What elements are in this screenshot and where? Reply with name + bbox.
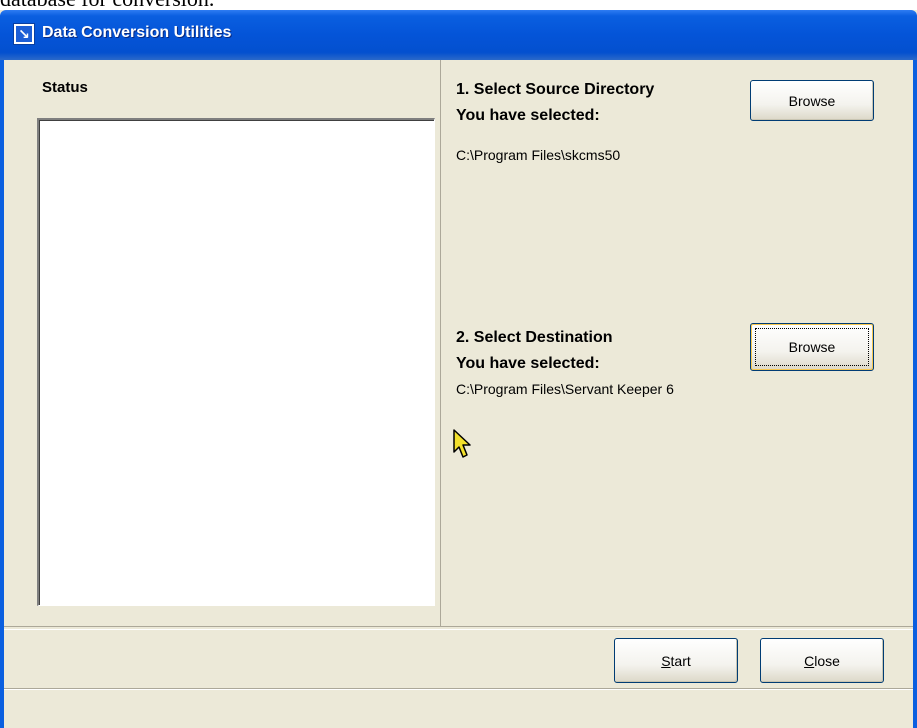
arrow-down-right-icon: ↘ xyxy=(16,26,32,42)
status-bar xyxy=(4,688,913,728)
source-browse-button[interactable]: Browse xyxy=(750,80,874,121)
source-path: C:\Program Files\skcms50 xyxy=(456,147,621,163)
start-button[interactable]: Start xyxy=(614,638,738,683)
source-selected-label: You have selected: xyxy=(456,107,600,124)
status-panel: Status xyxy=(10,60,441,626)
destination-browse-label: Browse xyxy=(788,339,836,355)
source-heading: 1. Select Source Directory xyxy=(456,81,655,98)
close-button[interactable]: Close xyxy=(760,638,884,683)
app-icon[interactable]: ↘ xyxy=(13,23,35,45)
footer-divider xyxy=(4,626,913,630)
data-conversion-window: ↘ Data Conversion Utilities Status 1. Se… xyxy=(0,10,917,728)
destination-heading: 2. Select Destination xyxy=(456,329,613,346)
source-browse-label: Browse xyxy=(788,92,836,109)
status-label: Status xyxy=(42,79,88,96)
close-label: lose xyxy=(814,652,840,669)
close-mnemonic: C xyxy=(804,652,815,669)
title-bar[interactable]: ↘ Data Conversion Utilities xyxy=(0,10,917,60)
start-mnemonic: S xyxy=(661,652,671,669)
status-output-box[interactable] xyxy=(37,118,435,606)
window-title: Data Conversion Utilities xyxy=(42,24,232,41)
destination-browse-button[interactable]: Browse xyxy=(750,323,874,371)
mouse-pointer-icon xyxy=(453,429,471,458)
destination-path: C:\Program Files\Servant Keeper 6 xyxy=(456,381,674,397)
start-label: tart xyxy=(670,652,691,669)
window-client-area: Status 1. Select Source Directory You ha… xyxy=(0,60,917,728)
selection-panel: 1. Select Source Directory You have sele… xyxy=(442,60,913,626)
destination-selected-label: You have selected: xyxy=(456,355,600,372)
document-text-fragment: database for conversion. xyxy=(0,0,214,11)
